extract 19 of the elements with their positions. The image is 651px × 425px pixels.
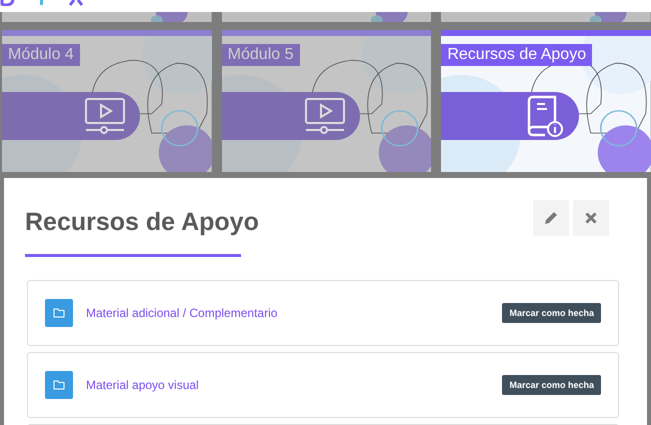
close-icon bbox=[585, 212, 597, 224]
resource-link[interactable]: Material apoyo visual bbox=[86, 378, 502, 392]
mark-done-button[interactable]: Marcar como hecha bbox=[502, 375, 601, 395]
folder-icon bbox=[45, 371, 73, 399]
card-title: Recursos de Apoyo bbox=[441, 44, 592, 66]
folder-icon bbox=[45, 299, 73, 327]
video-player-icon bbox=[304, 97, 346, 135]
close-button[interactable] bbox=[573, 200, 609, 236]
course-card[interactable]: Módulo 4 bbox=[2, 30, 212, 172]
card-title: Módulo 4 bbox=[2, 44, 80, 66]
pencil-icon bbox=[544, 211, 558, 225]
resource-link[interactable]: Material adicional / Complementario bbox=[86, 306, 502, 320]
edit-button[interactable] bbox=[533, 200, 569, 236]
course-card[interactable]: Recursos de Apoyo bbox=[441, 30, 651, 172]
course-card[interactable]: Módulo 5 bbox=[222, 30, 432, 172]
mark-done-button[interactable]: Marcar como hecha bbox=[502, 303, 601, 323]
video-player-icon bbox=[84, 97, 126, 135]
card-title: Módulo 5 bbox=[222, 44, 300, 66]
modal-title: Recursos de Apoyo bbox=[25, 208, 259, 237]
